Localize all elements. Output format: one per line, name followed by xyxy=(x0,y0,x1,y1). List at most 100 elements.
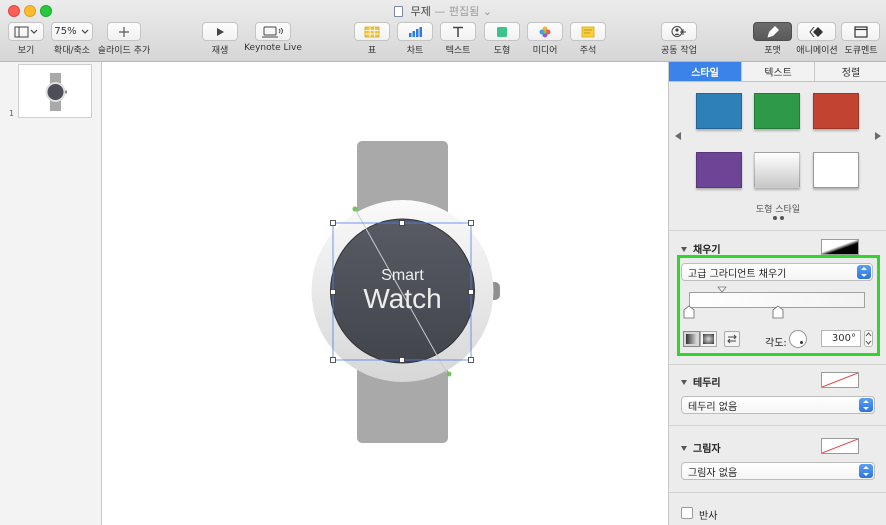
media-label: 미디어 xyxy=(532,46,558,56)
slide-thumbnail[interactable] xyxy=(18,64,92,118)
gradient-midpoint-handle[interactable] xyxy=(717,286,727,294)
chart-button[interactable] xyxy=(397,22,433,41)
divider xyxy=(669,364,886,365)
zoom-select[interactable]: 75% xyxy=(51,22,93,41)
status-chevron-icon[interactable]: ⌄ xyxy=(483,5,492,18)
angle-stepper[interactable] xyxy=(864,330,873,347)
no-color-slash-icon xyxy=(821,438,859,454)
watch-text-smart[interactable]: Smart xyxy=(381,267,424,284)
previous-styles-arrow-icon[interactable] xyxy=(675,132,681,140)
table-label: 표 xyxy=(367,46,377,56)
table-button[interactable] xyxy=(354,22,390,41)
chart-icon xyxy=(409,26,422,37)
no-color-slash-icon xyxy=(821,372,859,388)
play-label: 재생 xyxy=(211,46,229,56)
divider xyxy=(669,230,886,231)
radial-gradient-button[interactable] xyxy=(700,331,717,347)
tab-style[interactable]: 스타일 xyxy=(669,62,742,81)
media-button[interactable] xyxy=(527,22,563,41)
chevron-down-icon xyxy=(81,29,89,34)
collaborate-icon xyxy=(671,26,686,37)
animate-button[interactable] xyxy=(797,22,836,41)
shadow-style-select[interactable]: 그림자 없음 xyxy=(681,462,875,480)
document-panel-icon xyxy=(853,25,868,38)
divider xyxy=(669,425,886,426)
style-swatch-purple[interactable] xyxy=(696,152,742,188)
play-icon xyxy=(217,27,224,36)
comment-icon xyxy=(581,26,595,37)
shape-label: 도형 xyxy=(493,46,511,56)
format-button[interactable] xyxy=(753,22,792,41)
collaborate-label: 공동 작업 xyxy=(661,46,697,56)
watch-text-watch[interactable]: Watch xyxy=(363,283,441,314)
add-slide-button[interactable] xyxy=(107,22,141,41)
stepper-arrows-icon xyxy=(865,332,872,345)
reflection-checkbox[interactable] xyxy=(681,507,693,519)
slide-number: 1 xyxy=(9,109,15,118)
inspector-tabs: 스타일 텍스트 정렬 xyxy=(669,62,886,82)
keynote-live-icon xyxy=(262,26,283,37)
gradient-start-handle[interactable] xyxy=(352,206,358,212)
zoom-value: 75% xyxy=(54,26,77,37)
radial-gradient-icon xyxy=(703,334,714,344)
collaborate-button[interactable] xyxy=(661,22,697,41)
fill-type-select[interactable]: 고급 그라디언트 채우기 xyxy=(681,263,873,281)
shadow-section-header[interactable]: 그림자 xyxy=(681,440,721,455)
shape-button[interactable] xyxy=(484,22,520,41)
document-button[interactable] xyxy=(841,22,880,41)
slide-canvas[interactable]: Smart Watch xyxy=(102,62,668,525)
document-name: 무제 xyxy=(410,5,431,18)
slide-navigator: 1 xyxy=(0,62,102,525)
shadow-style-value: 그림자 없음 xyxy=(688,467,738,479)
disclosure-triangle-icon xyxy=(681,247,687,252)
border-label: 테두리 xyxy=(693,378,721,389)
select-stepper-icon xyxy=(859,464,873,478)
page-dot[interactable] xyxy=(780,216,784,220)
window-title: 무제 — 편집됨 ⌄ xyxy=(0,3,886,19)
chart-label: 차트 xyxy=(406,46,424,56)
text-button[interactable] xyxy=(440,22,476,41)
tab-text[interactable]: 텍스트 xyxy=(742,62,815,81)
disclosure-triangle-icon xyxy=(681,446,687,451)
fill-color-well[interactable] xyxy=(821,239,859,255)
text-label: 텍스트 xyxy=(445,46,471,56)
angle-dial-indicator xyxy=(800,341,803,344)
comment-button[interactable] xyxy=(570,22,606,41)
angle-input[interactable]: 300° xyxy=(821,330,861,347)
style-swatch-gradient-gray[interactable] xyxy=(754,152,800,188)
gradient-end-handle[interactable] xyxy=(446,371,452,377)
gradient-stop-end[interactable] xyxy=(772,305,784,319)
next-styles-arrow-icon[interactable] xyxy=(875,132,881,140)
border-color-well[interactable] xyxy=(821,372,859,388)
toolbar: 무제 — 편집됨 ⌄ 보기 75% 확대/축소 슬라이드 추가 재생 Keyno… xyxy=(0,0,886,62)
tab-arrange[interactable]: 정렬 xyxy=(815,62,886,81)
select-stepper-icon xyxy=(857,265,871,279)
title-separator: — xyxy=(434,5,446,18)
style-swatch-red[interactable] xyxy=(813,93,859,129)
keynote-live-button[interactable] xyxy=(255,22,291,41)
format-label: 포맷 xyxy=(764,46,781,56)
angle-label: 각도: xyxy=(765,338,787,349)
reverse-gradient-button[interactable] xyxy=(724,331,740,347)
border-style-select[interactable]: 테두리 없음 xyxy=(681,396,875,414)
view-button[interactable] xyxy=(8,22,44,41)
border-style-value: 테두리 없음 xyxy=(688,401,738,413)
style-swatch-white[interactable] xyxy=(813,152,859,188)
play-button[interactable] xyxy=(202,22,238,41)
style-swatch-green[interactable] xyxy=(754,93,800,129)
document-icon xyxy=(394,6,404,17)
document-label: 도큐멘트 xyxy=(844,46,878,56)
gradient-stop-start[interactable] xyxy=(683,305,695,319)
fill-section-header[interactable]: 채우기 xyxy=(681,241,721,256)
border-section-header[interactable]: 테두리 xyxy=(681,374,721,389)
shadow-label: 그림자 xyxy=(693,444,721,455)
slide-content: Smart Watch xyxy=(311,141,500,443)
style-swatch-blue[interactable] xyxy=(696,93,742,129)
shadow-color-well[interactable] xyxy=(821,438,859,454)
page-dot-active[interactable] xyxy=(773,216,777,220)
linear-gradient-button[interactable] xyxy=(683,331,700,347)
zoom-label: 확대/축소 xyxy=(53,46,91,56)
angle-dial[interactable] xyxy=(789,330,807,348)
paintbrush-icon xyxy=(767,25,779,37)
edit-status[interactable]: 편집됨 xyxy=(449,5,479,18)
